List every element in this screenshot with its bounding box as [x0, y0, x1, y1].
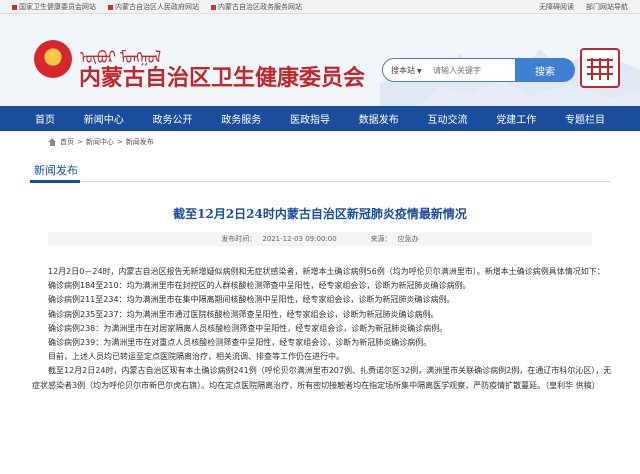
bullet-icon	[12, 4, 17, 10]
external-links: 国家卫生健康委员会网站 内蒙古自治区人民政府网站 内蒙古自治区政务服务网站	[12, 2, 302, 12]
article-meta: 发布时间： 2021-12-03 09:00:00 来源： 应急办	[48, 232, 592, 246]
nav-item-party[interactable]: 党建工作	[496, 111, 536, 126]
breadcrumb-news[interactable]: 新闻中心	[86, 137, 114, 147]
nav-item-services[interactable]: 政务服务	[221, 111, 261, 126]
breadcrumb-home[interactable]: 首页	[60, 137, 74, 147]
article-paragraph: 12月2日0－24时，内蒙古自治区报告无新增疑似病例和无症状感染者，新增本土确诊…	[48, 267, 605, 276]
article-title: 截至12月2日24时内蒙古自治区新冠肺炎疫情最新情况	[173, 207, 467, 221]
search-scope-select[interactable]: 搜本站 ▼	[391, 65, 422, 76]
nav-item-data[interactable]: 数据发布	[359, 111, 399, 126]
article-paragraph: 确诊病例238：为满洲里市在对居家隔离人员核酸检测筛查中呈阳性，经专家组会诊，诊…	[48, 323, 448, 333]
article-paragraph: 确诊病例239：为满洲里市在对重点人员核酸检测筛查中呈阳性，经专家组会诊，诊断为…	[48, 338, 432, 348]
seal-logo[interactable]	[580, 48, 620, 88]
star-icon: ★	[46, 46, 59, 62]
main-nav: 首页 新闻中心 政务公开 政务服务 医政指导 数据发布 互动交流 党建工作 专题…	[0, 106, 640, 131]
nav-item-topics[interactable]: 专题栏目	[565, 111, 605, 126]
article-paragraph: 目前，上述人员均已转运至定点医院隔离治疗，相关流调、排查等工作仍在进行中。	[48, 352, 344, 362]
breadcrumb-separator: >	[116, 138, 123, 146]
source-label: 来源：	[370, 235, 392, 243]
site-title[interactable]: 内蒙古自治区卫生健康委员会	[79, 60, 365, 92]
nav-item-news[interactable]: 新闻中心	[84, 111, 124, 126]
breadcrumb-current[interactable]: 新闻发布	[126, 137, 154, 147]
nav-item-medical[interactable]: 医政指导	[290, 111, 330, 126]
source-value: 应急办	[397, 235, 419, 243]
seal-logo-icon	[587, 58, 613, 80]
section-title: 新闻发布	[34, 164, 78, 177]
breadcrumb: 首页 > 新闻中心 > 新闻发布	[48, 137, 154, 147]
article-body: 12月2日0－24时，内蒙古自治区报告无新增疑似病例和无症状感染者，新增本土确诊…	[32, 265, 612, 393]
publish-time: 2021-12-03 09:00:00	[262, 235, 337, 243]
external-link-gov[interactable]: 内蒙古自治区人民政府网站	[108, 2, 199, 12]
publish-label: 发布时间：	[221, 235, 257, 243]
nav-item-home[interactable]: 首页	[35, 111, 55, 126]
external-link-nhc[interactable]: 国家卫生健康委员会网站	[12, 2, 96, 12]
accessibility-link[interactable]: 无障碍阅读	[539, 2, 574, 12]
site-header: ★ ᠥᠪᠦᠷ ᠮᠣᠩᠭᠣᠯ 内蒙古自治区卫生健康委员会 搜本站▼ 搜索	[0, 14, 640, 106]
article-paragraph: 截至12月2日24时，内蒙古自治区现有本土确诊病例241例（呼伦贝尔满洲里市20…	[32, 366, 612, 390]
chevron-down-icon: ▼	[417, 68, 422, 75]
top-utility-bar: 国家卫生健康委员会网站 内蒙古自治区人民政府网站 内蒙古自治区政务服务网站 无障…	[0, 0, 640, 14]
article-paragraph: 确诊病例211至234：均为满洲里市在集中隔离期间核酸检测中呈阳性，经专家组会诊…	[48, 295, 455, 305]
search-button[interactable]: 搜索	[515, 58, 575, 82]
dept-portal-link[interactable]: 部门网站导航	[586, 2, 628, 12]
external-link-service[interactable]: 内蒙古自治区政务服务网站	[211, 2, 302, 12]
section-divider	[30, 181, 610, 182]
section-divider-accent	[30, 180, 80, 183]
article-paragraph: 确诊病例184至210：均为满洲里市在封控区的人群核酸检测筛查中呈阳性，经专家组…	[48, 281, 471, 291]
nav-item-open-gov[interactable]: 政务公开	[153, 111, 193, 126]
article-paragraph: 确诊病例235至237：均为满洲里市通过医院核酸检测筛查呈阳性，经专家组会诊，诊…	[48, 309, 439, 319]
bullet-icon	[211, 4, 216, 10]
bullet-icon	[108, 4, 113, 10]
nav-item-interaction[interactable]: 互动交流	[428, 111, 468, 126]
home-icon	[48, 138, 57, 146]
breadcrumb-separator: >	[77, 138, 83, 146]
